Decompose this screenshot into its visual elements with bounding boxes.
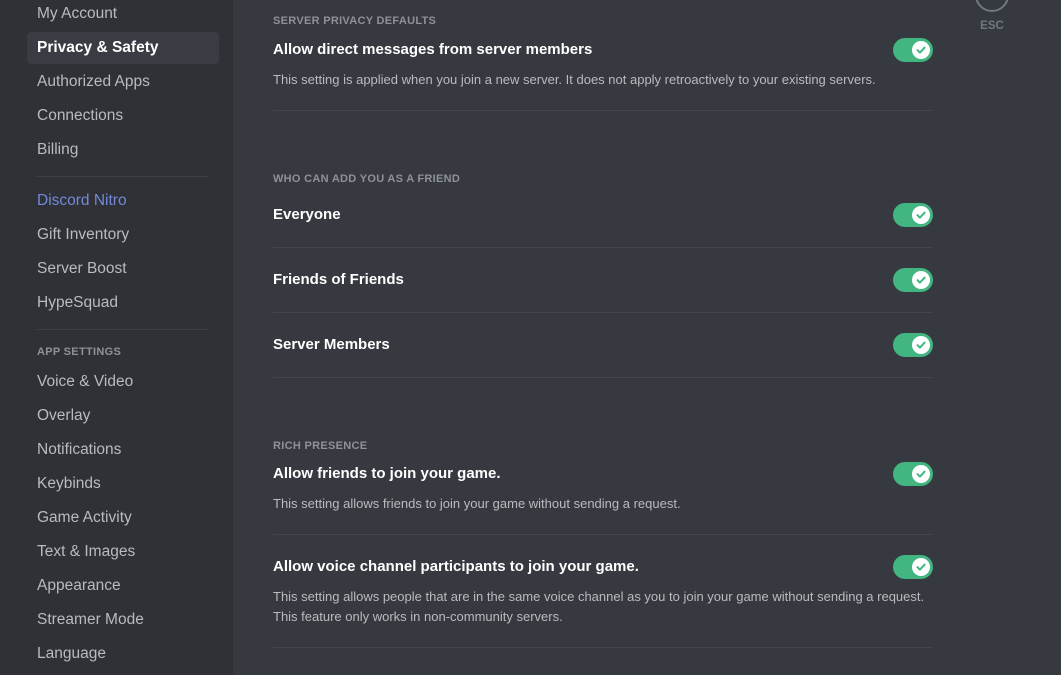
sidebar-item-voice-video[interactable]: Voice & Video: [27, 366, 219, 398]
toggle-friends-of-friends[interactable]: [893, 268, 933, 292]
toggle-knob: [912, 206, 930, 224]
sidebar-item-text-images[interactable]: Text & Images: [27, 536, 219, 568]
check-icon: [916, 563, 926, 571]
sidebar-item-appearance[interactable]: Appearance: [27, 570, 219, 602]
sidebar-item-authorized-apps[interactable]: Authorized Apps: [27, 66, 219, 98]
sidebar-item-billing[interactable]: Billing: [27, 134, 219, 166]
sidebar-separator: [37, 176, 208, 177]
sidebar-item-discord-nitro[interactable]: Discord Nitro: [27, 185, 219, 217]
toggle-knob: [912, 465, 930, 483]
toggle-knob: [912, 41, 930, 59]
divider: [273, 377, 933, 378]
divider: [273, 110, 933, 111]
divider: [273, 247, 933, 248]
sidebar-item-language[interactable]: Language: [27, 638, 219, 670]
sidebar-item-server-boost[interactable]: Server Boost: [27, 253, 219, 285]
sidebar-item-game-activity[interactable]: Game Activity: [27, 502, 219, 534]
settings-sidebar: My Account Privacy & Safety Authorized A…: [0, 0, 233, 675]
option-label-everyone: Everyone: [273, 206, 341, 223]
sidebar-item-my-account[interactable]: My Account: [27, 0, 219, 30]
option-label-server-members: Server Members: [273, 336, 390, 353]
divider: [273, 312, 933, 313]
check-icon: [916, 46, 926, 54]
sidebar-item-hypesquad[interactable]: HypeSquad: [27, 287, 219, 319]
sidebar-header-app-settings: APP SETTINGS: [37, 346, 122, 358]
sidebar-item-keybinds[interactable]: Keybinds: [27, 468, 219, 500]
sidebar-item-notifications[interactable]: Notifications: [27, 434, 219, 466]
sidebar-item-connections[interactable]: Connections: [27, 100, 219, 132]
toggle-knob: [912, 336, 930, 354]
toggle-allow-dms[interactable]: [893, 38, 933, 62]
option-description-voice-join-game: This setting allows people that are in t…: [273, 589, 925, 624]
sidebar-item-streamer-mode[interactable]: Streamer Mode: [27, 604, 219, 636]
option-description-friends-join-game: This setting allows friends to join your…: [273, 496, 681, 511]
check-icon: [916, 470, 926, 478]
toggle-knob: [912, 271, 930, 289]
option-label-friends-of-friends: Friends of Friends: [273, 271, 404, 288]
option-description-allow-dms: This setting is applied when you join a …: [273, 72, 876, 87]
settings-content: Server Privacy Defaults Allow direct mes…: [233, 0, 1061, 675]
divider: [273, 534, 933, 535]
toggle-server-members[interactable]: [893, 333, 933, 357]
option-label-friends-join-game: Allow friends to join your game.: [273, 465, 501, 482]
esc-label: ESC: [980, 20, 1004, 32]
toggle-voice-join-game[interactable]: [893, 555, 933, 579]
sidebar-item-overlay[interactable]: Overlay: [27, 400, 219, 432]
check-icon: [916, 341, 926, 349]
toggle-friends-join-game[interactable]: [893, 462, 933, 486]
option-label-voice-join-game: Allow voice channel participants to join…: [273, 558, 639, 575]
section-title-rich-presence: Rich Presence: [273, 440, 368, 452]
check-icon: [916, 276, 926, 284]
sidebar-item-gift-inventory[interactable]: Gift Inventory: [27, 219, 219, 251]
section-title-friend-requests: Who can add you as a friend: [273, 173, 461, 185]
section-title-server-privacy: Server Privacy Defaults: [273, 15, 437, 27]
toggle-knob: [912, 558, 930, 576]
divider: [273, 647, 933, 648]
toggle-everyone[interactable]: [893, 203, 933, 227]
option-label-allow-dms: Allow direct messages from server member…: [273, 41, 593, 58]
check-icon: [916, 211, 926, 219]
sidebar-separator: [37, 329, 208, 330]
sidebar-item-privacy-safety[interactable]: Privacy & Safety: [27, 32, 219, 64]
